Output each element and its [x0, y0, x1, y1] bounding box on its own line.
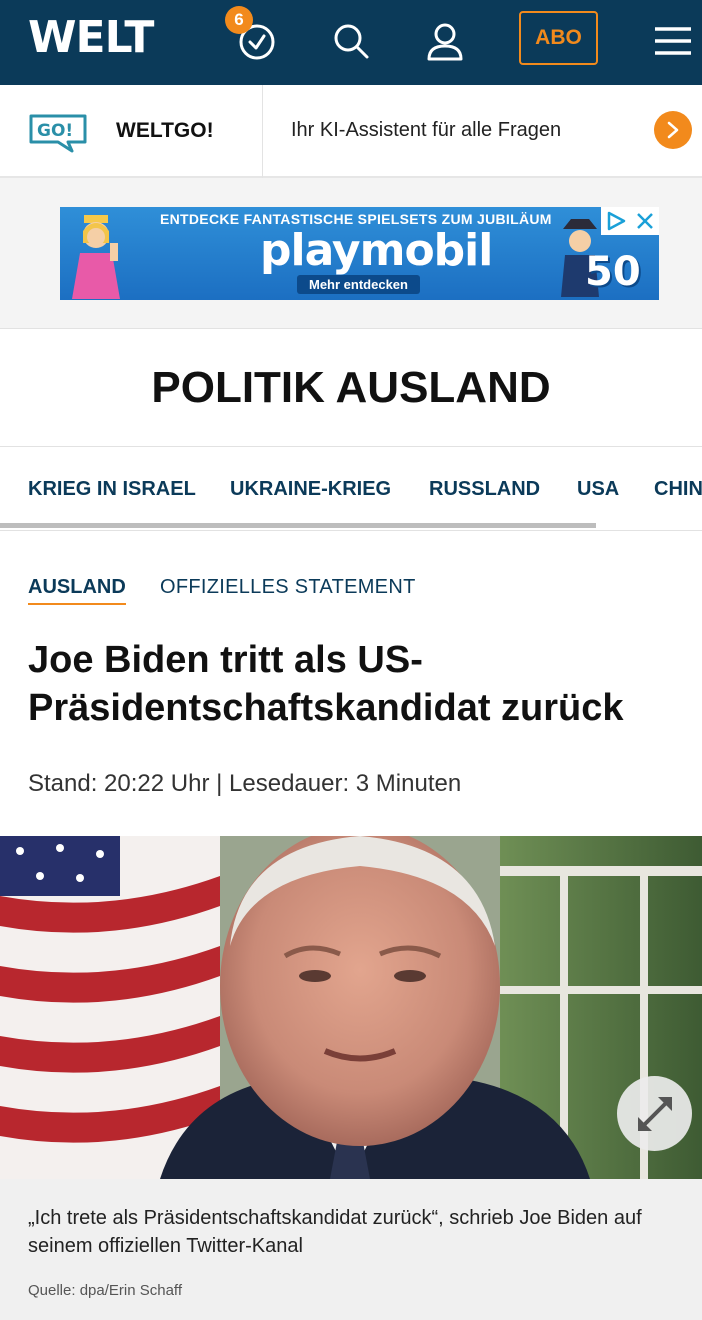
- ad-choices-icon[interactable]: [605, 210, 627, 232]
- image-caption: „Ich trete als Präsidentschaftskandidat …: [28, 1207, 642, 1257]
- fullscreen-button[interactable]: [617, 1076, 692, 1151]
- divider: [262, 85, 263, 178]
- weltgo-logo: GO!: [28, 113, 88, 158]
- hero-photo: [0, 836, 702, 1179]
- top-header: WELT 6 ABO: [0, 0, 702, 85]
- go-badge-text: GO!: [37, 121, 73, 141]
- article-topic: OFFIZIELLES STATEMENT: [160, 576, 416, 598]
- princess-figure-image: [72, 215, 120, 299]
- nav-item-ukraine-krieg[interactable]: UKRAINE-KRIEG: [230, 478, 391, 501]
- search-button[interactable]: [326, 16, 376, 66]
- weltgo-tagline: Ihr KI-Assistent für alle Fragen: [291, 119, 562, 141]
- nav-scroll-indicator[interactable]: [0, 523, 596, 528]
- image-source: Quelle: dpa/Erin Schaff: [28, 1282, 182, 1299]
- article-hero-image[interactable]: [0, 836, 702, 1179]
- abo-button[interactable]: ABO: [519, 11, 598, 65]
- speech-bubble-icon: GO!: [29, 114, 87, 153]
- section-title: POLITIK AUSLAND: [0, 329, 702, 447]
- nav-item-russland[interactable]: RUSSLAND: [429, 478, 540, 501]
- chevron-right-icon: [667, 121, 679, 139]
- hamburger-menu-icon: [655, 27, 691, 55]
- ad-cta-button[interactable]: Mehr entdecken: [297, 275, 420, 294]
- search-icon: [334, 24, 369, 59]
- nav-item-krieg-in-israel[interactable]: KRIEG IN ISRAEL: [28, 478, 196, 501]
- weltgo-open-button[interactable]: [654, 111, 692, 149]
- close-icon[interactable]: [635, 211, 655, 231]
- account-button[interactable]: [420, 16, 470, 66]
- weltgo-title: WELTGO!: [116, 119, 214, 142]
- history-count-badge: 6: [225, 6, 253, 34]
- weltgo-banner[interactable]: GO! WELTGO! Ihr KI-Assistent für alle Fr…: [0, 85, 702, 178]
- user-icon: [427, 23, 463, 61]
- welt-logo[interactable]: WELT: [28, 12, 154, 63]
- article-kicker[interactable]: AUSLAND: [28, 576, 126, 605]
- nav-item-usa[interactable]: USA: [577, 478, 619, 501]
- category-nav: KRIEG IN ISRAEL UKRAINE-KRIEG RUSSLAND U…: [0, 447, 702, 531]
- playmobil-ad-banner[interactable]: ENTDECKE FANTASTISCHE SPIELSETS ZUM JUBI…: [60, 207, 659, 300]
- ad-container: ENTDECKE FANTASTISCHE SPIELSETS ZUM JUBI…: [0, 178, 702, 329]
- nav-item-china[interactable]: CHINA: [654, 478, 702, 501]
- menu-button[interactable]: [648, 16, 698, 66]
- article-meta: Stand: 20:22 Uhr | Lesedauer: 3 Minuten: [28, 770, 462, 797]
- expand-icon: [637, 1096, 672, 1131]
- ad-brand-logo: playmobil: [260, 225, 493, 276]
- ad-anniversary-number: 50: [585, 249, 641, 295]
- ad-choices[interactable]: [601, 207, 659, 235]
- article-headline: Joe Biden tritt als US-Präsidentschaftsk…: [28, 639, 624, 729]
